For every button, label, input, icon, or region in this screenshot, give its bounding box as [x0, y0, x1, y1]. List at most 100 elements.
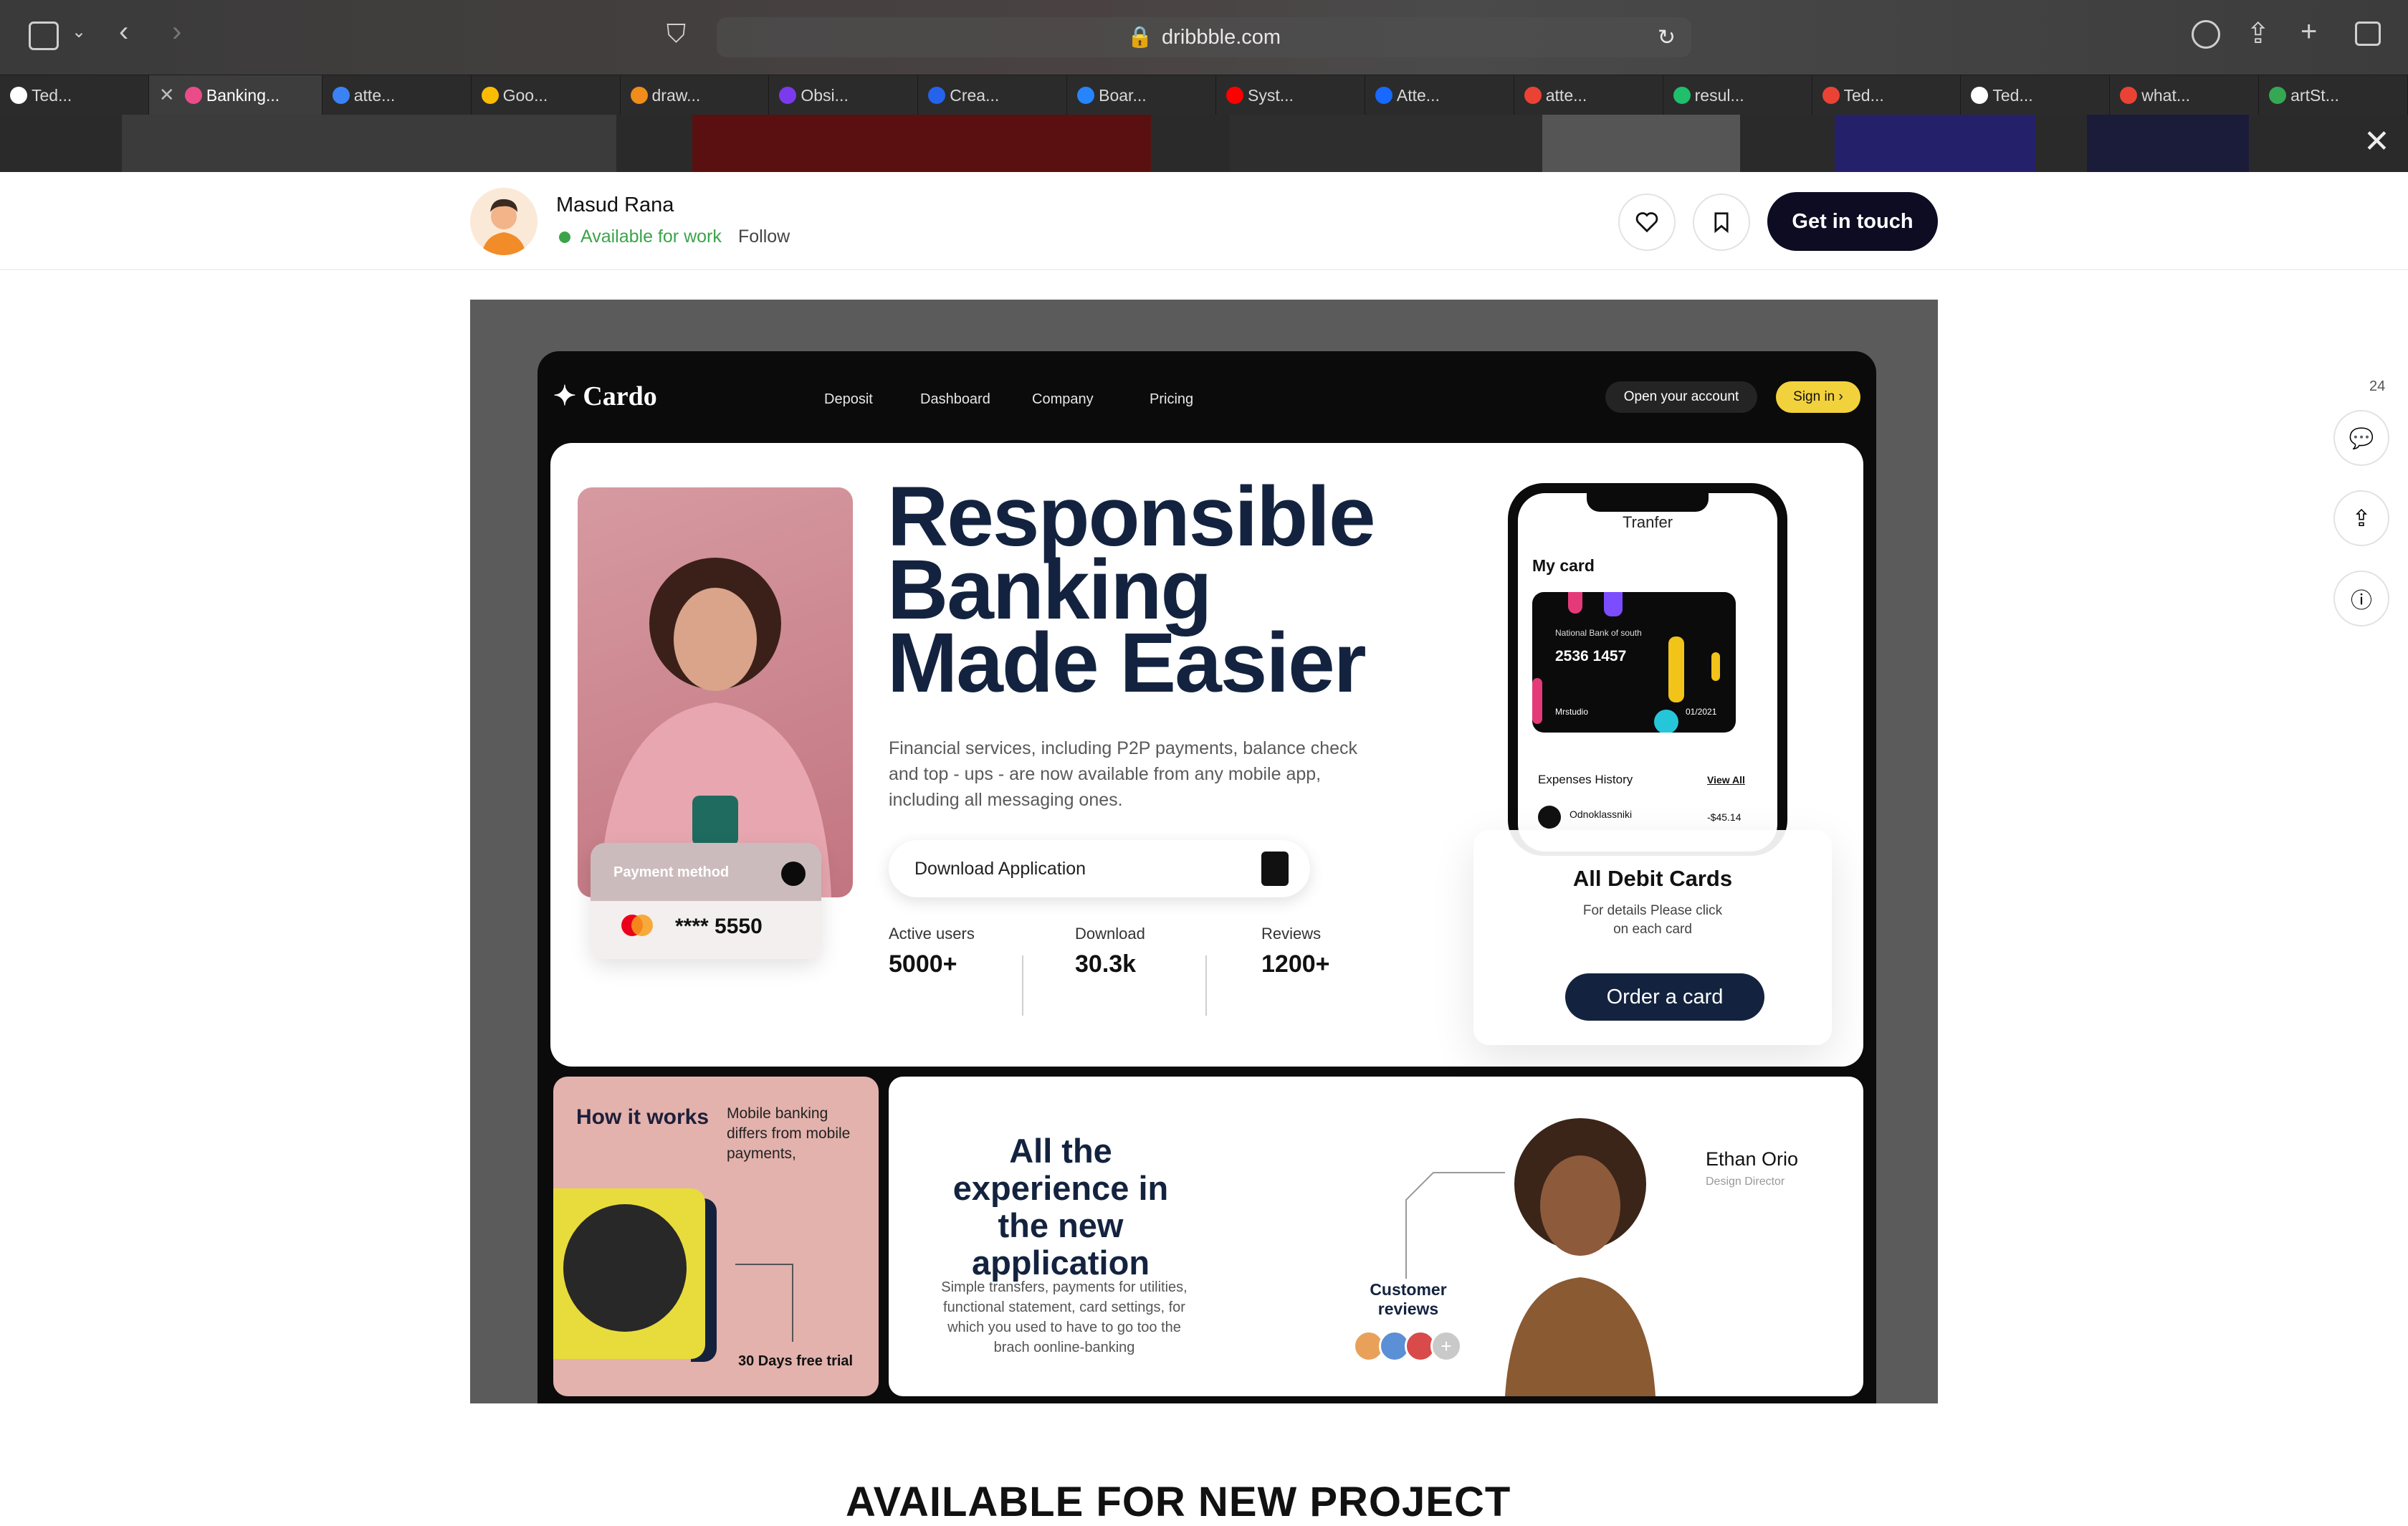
close-tab-icon[interactable]: ✕ — [159, 84, 175, 106]
favicon-icon — [1673, 87, 1691, 104]
hero-subtext: Financial services, including P2P paymen… — [889, 738, 1358, 810]
stat-download: Download 30.3k — [1075, 925, 1145, 978]
save-button[interactable] — [1693, 194, 1750, 251]
how-description: Mobile banking differs from mobile payme… — [727, 1105, 851, 1162]
stat-label: Download — [1075, 925, 1145, 943]
how-it-works-card: How it works Mobile banking differs from… — [553, 1077, 879, 1396]
payment-number: **** 5550 — [675, 915, 763, 938]
new-tab-icon[interactable]: + — [2300, 16, 2317, 48]
like-button[interactable] — [1618, 194, 1676, 251]
comment-count: 24 — [2369, 378, 2386, 394]
free-trial-label: 30 Days free trial — [738, 1353, 854, 1369]
cardo-logo: ✦ Cardo — [553, 381, 657, 411]
follow-button[interactable]: Follow — [738, 226, 790, 247]
tab-bar: Ted... ✕ Banking... atte... Goo... draw... Obs… — [0, 75, 2408, 115]
tab-label: resul... — [1694, 85, 1744, 105]
share-icon: ⇪ — [2351, 505, 2371, 531]
reload-icon[interactable]: ↻ — [1658, 25, 1676, 50]
info-button[interactable]: ⓘ — [2333, 571, 2389, 626]
plus-icon[interactable]: + — [1430, 1330, 1462, 1362]
tab-label: atte... — [353, 85, 396, 105]
debit-subtitle: For details Please click on each card — [1582, 903, 1723, 937]
browser-tab[interactable]: Boar... — [1067, 75, 1216, 115]
cardo-landing: ✦ Cardo Deposit Dashboard Company Pricin… — [538, 351, 1876, 1403]
favicon-icon — [1226, 87, 1243, 104]
mastercard-icon — [621, 915, 653, 936]
view-all-link[interactable]: View All — [1707, 774, 1745, 786]
stat-active-users: Active users 5000+ — [889, 925, 975, 978]
browser-tab[interactable]: ✕ Banking... — [148, 75, 322, 115]
share-icon[interactable]: ⇪ — [2246, 17, 2270, 50]
browser-tab[interactable]: atte... — [1514, 75, 1663, 115]
browser-tab[interactable]: Goo... — [472, 75, 621, 115]
open-account-button[interactable]: Open your account — [1605, 381, 1757, 413]
nav-company[interactable]: Company — [1032, 391, 1094, 408]
browser-tab[interactable]: Syst... — [1216, 75, 1365, 115]
download-icon[interactable] — [2192, 20, 2220, 49]
favicon-icon — [332, 87, 350, 104]
browser-tab[interactable]: resul... — [1663, 75, 1812, 115]
browser-tab[interactable]: Atte... — [1365, 75, 1514, 115]
url-text: dribbble.com — [1162, 25, 1281, 49]
tab-label: draw... — [651, 85, 701, 105]
browser-tab[interactable]: what... — [2110, 75, 2260, 115]
close-icon[interactable]: ✕ — [2364, 123, 2390, 160]
debit-title: All Debit Cards — [1572, 866, 1733, 891]
phone-notch — [1587, 493, 1709, 512]
shot-header: Masud Rana Available for work Follow Get… — [0, 172, 2408, 270]
nav-deposit[interactable]: Deposit — [824, 391, 873, 408]
heart-icon — [1635, 212, 1658, 233]
phone-screen: Tranfer My card National Bank of south 2… — [1518, 493, 1777, 852]
how-title: How it works — [576, 1105, 710, 1129]
info-icon: ⓘ — [2351, 589, 2372, 613]
browser-tab[interactable]: atte... — [322, 75, 472, 115]
tab-overview-icon[interactable] — [2355, 22, 2381, 46]
avatar[interactable] — [470, 188, 538, 255]
shot-image: ✦ Cardo Deposit Dashboard Company Pricin… — [470, 300, 1938, 1403]
card-number: 2536 1457 — [1555, 648, 1627, 664]
browser-tab[interactable]: Obsi... — [769, 75, 919, 115]
nav-dashboard[interactable]: Dashboard — [920, 391, 990, 408]
comments-button[interactable]: 💬 — [2333, 410, 2389, 466]
download-app-button[interactable]: Download Application — [889, 840, 1310, 897]
stat-label: Reviews — [1261, 925, 1322, 943]
connector-line — [735, 1264, 793, 1342]
browser-tab[interactable]: Ted... — [0, 75, 149, 115]
woman-illustration — [599, 558, 831, 897]
get-in-touch-button[interactable]: Get in touch — [1767, 192, 1938, 251]
chevron-down-icon[interactable]: ⌄ — [72, 22, 86, 42]
address-bar[interactable]: 🔒 dribbble.com ↻ — [717, 17, 1691, 57]
nav-pricing[interactable]: Pricing — [1150, 391, 1193, 408]
tab-label: Banking... — [206, 85, 280, 105]
forward-icon[interactable]: › — [172, 16, 181, 48]
bookmark-icon — [1714, 212, 1729, 233]
browser-tab[interactable]: Crea... — [918, 75, 1068, 115]
favicon-icon — [1077, 87, 1095, 104]
card-holder: Mrstudio — [1555, 707, 1589, 717]
experience-title: All the experience in the new applicatio… — [952, 1132, 1169, 1282]
payment-dot — [781, 862, 806, 886]
sign-in-button[interactable]: Sign in › — [1776, 381, 1860, 413]
browser-tab[interactable]: Ted... — [1812, 75, 1962, 115]
tab-label: Ted... — [1843, 85, 1884, 105]
share-button[interactable]: ⇪ — [2333, 490, 2389, 546]
divider — [1205, 955, 1207, 1016]
designer-name[interactable]: Masud Rana — [556, 194, 674, 217]
sidebar-toggle-icon[interactable] — [29, 22, 59, 50]
order-card-button[interactable]: Order a card — [1565, 973, 1764, 1021]
shield-icon[interactable]: ⛉ — [666, 19, 686, 49]
browser-tab[interactable]: draw... — [621, 75, 770, 115]
browser-tab[interactable]: Ted... — [1961, 75, 2111, 115]
favicon-icon — [1822, 87, 1840, 104]
favicon-icon — [1375, 87, 1392, 104]
tab-label: Obsi... — [801, 85, 849, 105]
back-icon[interactable]: ‹ — [119, 16, 128, 48]
browser-tab[interactable]: artSt... — [2259, 75, 2408, 115]
payment-method-card: Payment method **** 5550 — [591, 843, 821, 959]
lock-icon: 🔒 — [1127, 26, 1154, 49]
tab-label: Boar... — [1099, 85, 1147, 105]
card-expiry: 01/2021 — [1686, 707, 1717, 717]
favicon-icon — [928, 87, 946, 104]
favicon-icon — [2120, 87, 2138, 104]
tab-label: Syst... — [1248, 85, 1294, 105]
